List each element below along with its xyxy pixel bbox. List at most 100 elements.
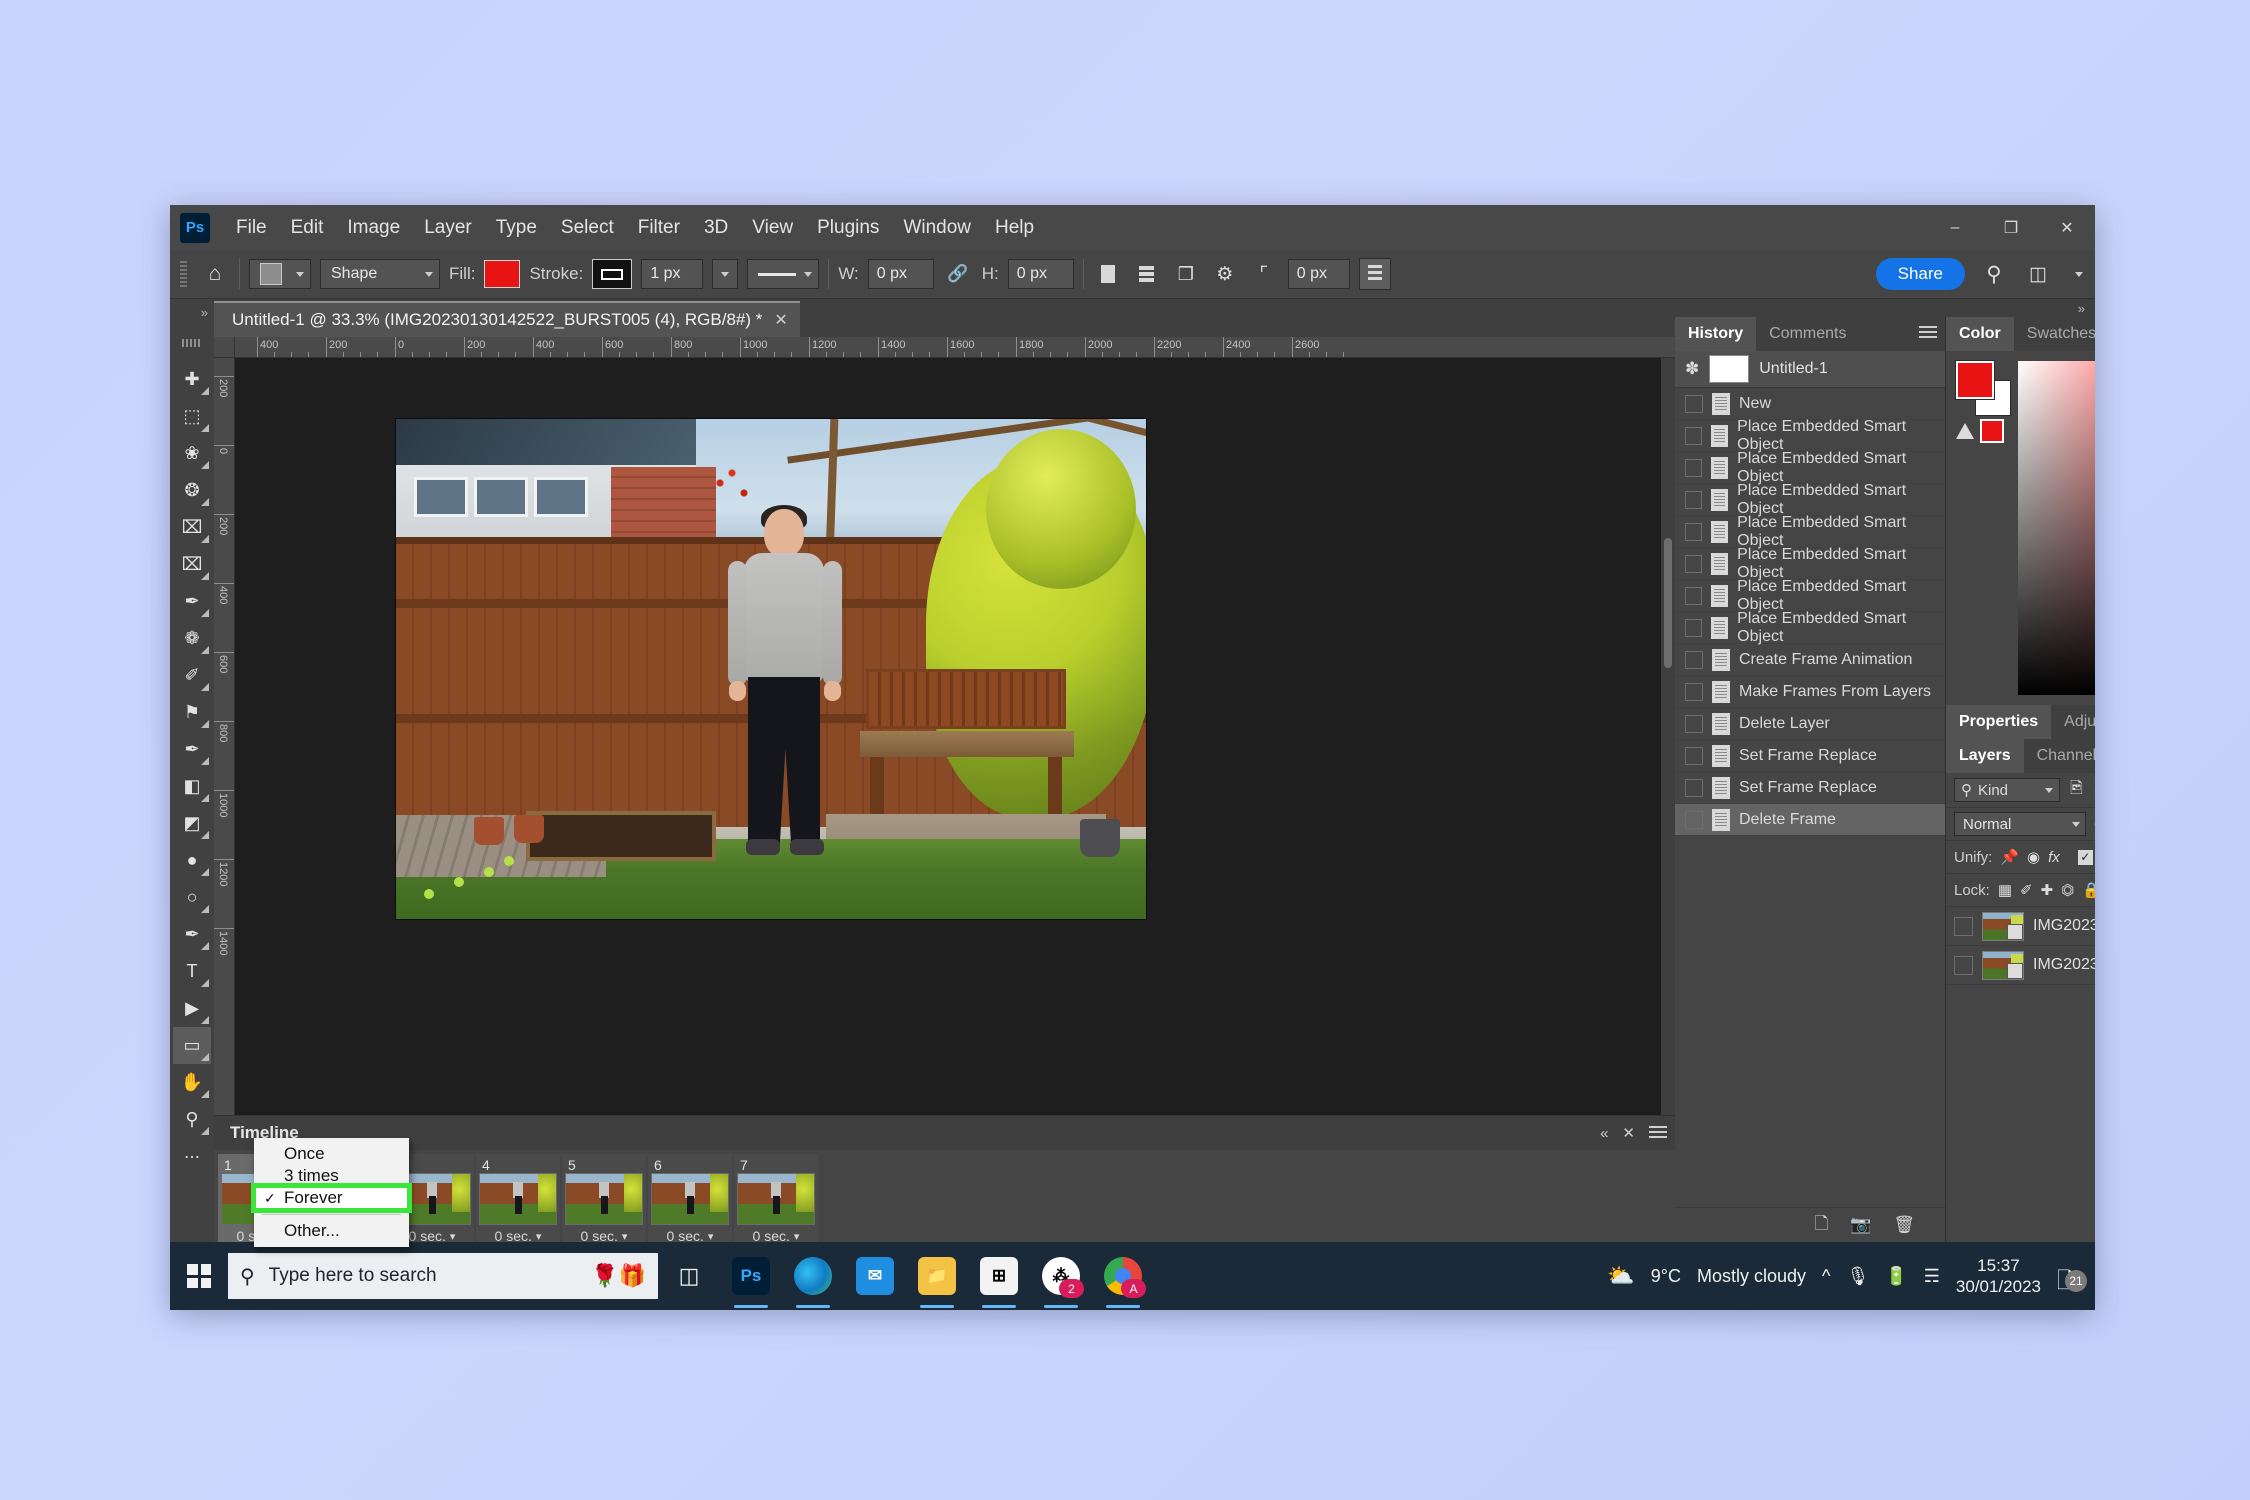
history-state-list[interactable]: New Place Embedded Smart Object Place Embe…	[1675, 388, 1945, 1207]
history-state-source-checkbox[interactable]	[1685, 490, 1703, 509]
menu-edit[interactable]: Edit	[279, 211, 336, 245]
expand-panels-icon[interactable]: »	[2078, 301, 2085, 316]
create-document-from-state-icon[interactable]: 🗋	[1815, 1211, 1829, 1240]
path-selection-tool[interactable]: ▶	[173, 990, 211, 1027]
rectangle-tool[interactable]: ▭	[173, 1027, 211, 1064]
start-button[interactable]	[170, 1242, 228, 1310]
horizontal-type-tool[interactable]: T	[173, 953, 211, 990]
task-view-button[interactable]: ◫	[658, 1242, 720, 1310]
share-button[interactable]: Share	[1875, 258, 1965, 290]
taskbar-app-google-chrome[interactable]: A	[1092, 1242, 1154, 1310]
shape-width-input[interactable]: 0 px	[867, 259, 934, 289]
collapse-timeline-icon[interactable]: «	[1600, 1125, 1608, 1142]
history-state-source-checkbox[interactable]	[1685, 554, 1703, 573]
stroke-style-picker[interactable]	[747, 259, 820, 289]
tool-mode-select[interactable]: Shape	[320, 259, 440, 289]
zoom-tool[interactable]: ⚲	[173, 1101, 211, 1138]
in-gamut-color-swatch[interactable]	[1980, 419, 2004, 443]
options-bar-grip[interactable]	[180, 261, 187, 287]
show-hidden-icons-icon[interactable]: ^	[1822, 1266, 1830, 1287]
restore-button[interactable]: ❐	[1983, 205, 2039, 250]
history-state-row[interactable]: New	[1675, 388, 1945, 420]
document-tab[interactable]: Untitled-1 @ 33.3% (IMG20230130142522_BU…	[214, 301, 800, 337]
tab-layers[interactable]: Layers	[1946, 739, 2024, 773]
tab-properties[interactable]: Properties	[1946, 705, 2052, 739]
hand-tool[interactable]: ✋	[173, 1064, 211, 1101]
timeline-menu-icon[interactable]	[1649, 1126, 1667, 1140]
taskbar-app-microsoft-edge[interactable]	[782, 1242, 844, 1310]
foreground-color-swatch[interactable]	[1956, 361, 1994, 399]
history-state-source-checkbox[interactable]	[1685, 426, 1703, 445]
canvas-vertical-scrollbar[interactable]	[1661, 358, 1675, 1115]
lasso-tool[interactable]: ❀	[173, 435, 211, 472]
taskbar-clock[interactable]: 15:37 30/01/2023	[1956, 1255, 2041, 1298]
shape-height-input[interactable]: 0 px	[1007, 259, 1074, 289]
menu-layer[interactable]: Layer	[412, 211, 484, 245]
more-tools-icon[interactable]: ⋯	[173, 1138, 211, 1175]
taskbar-search[interactable]: ⚲ Type here to search 🌹🎁	[228, 1253, 658, 1299]
lock-all-icon[interactable]: 🔒	[2082, 881, 2095, 899]
taskbar-app-microsoft-store[interactable]: ⊞	[968, 1242, 1030, 1310]
layer-list[interactable]: IMG20230130...URST019 (3) IMG20230130...U…	[1946, 907, 2095, 1277]
menu-help[interactable]: Help	[983, 211, 1046, 245]
tab-swatches[interactable]: Swatches	[2013, 317, 2095, 351]
propagate-frame-checkbox[interactable]: ✓	[2077, 849, 2093, 865]
microphone-icon[interactable]: 🎙	[1846, 1266, 1869, 1287]
toolbar-grip[interactable]	[173, 324, 211, 361]
timeline-frame[interactable]: 70 sec. ▾	[734, 1154, 818, 1247]
pixel-layers-filter-icon[interactable]: 🖻	[2070, 777, 2083, 804]
close-timeline-icon[interactable]: ✕	[1622, 1124, 1635, 1142]
history-panel-menu-icon[interactable]	[1919, 326, 1937, 340]
history-state-row[interactable]: Delete Layer	[1675, 708, 1945, 740]
gradient-tool[interactable]: ◩	[173, 805, 211, 842]
history-state-row[interactable]: Place Embedded Smart Object	[1675, 578, 1945, 613]
history-state-source-checkbox[interactable]	[1685, 714, 1703, 733]
menu-type[interactable]: Type	[484, 211, 549, 245]
loop-menu-item-other---[interactable]: Other...	[254, 1220, 409, 1242]
stroke-width-stepper[interactable]	[712, 259, 739, 289]
history-state-source-checkbox[interactable]	[1685, 586, 1703, 605]
object-selection-tool[interactable]: ❂	[173, 472, 211, 509]
layer-row[interactable]: IMG20230130...URST018 (3)	[1946, 946, 2095, 985]
eyedropper-tool[interactable]: ✒	[173, 583, 211, 620]
crop-tool[interactable]: ⌧	[173, 509, 211, 546]
corner-radius-input[interactable]: 0 px	[1287, 259, 1350, 289]
history-state-source-checkbox[interactable]	[1685, 458, 1703, 477]
spot-healing-brush-tool[interactable]: ❁	[173, 620, 211, 657]
history-state-row[interactable]: Place Embedded Smart Object	[1675, 418, 1945, 453]
loop-option-menu[interactable]: Once 3 times ✓ Forever Other...	[251, 1138, 412, 1247]
menu-select[interactable]: Select	[549, 211, 626, 245]
expand-toolbar-icon[interactable]: »	[201, 305, 208, 320]
loop-menu-item-once[interactable]: Once	[254, 1143, 409, 1165]
tab-channels[interactable]: Channels	[2023, 739, 2095, 773]
link-dimensions-icon[interactable]: 🔗	[943, 259, 973, 289]
frame-tool[interactable]: ⌧	[173, 546, 211, 583]
pen-tool[interactable]: ✒	[173, 916, 211, 953]
history-state-row[interactable]: Place Embedded Smart Object	[1675, 514, 1945, 549]
unify-position-icon[interactable]: 📌	[2000, 848, 2019, 866]
dodge-tool[interactable]: ○	[173, 879, 211, 916]
layer-visibility-toggle[interactable]	[1954, 955, 1973, 975]
scrollbar-thumb[interactable]	[1664, 538, 1672, 668]
menu-view[interactable]: View	[740, 211, 805, 245]
align-edges-icon[interactable]	[1358, 258, 1391, 290]
loop-menu-item-3-times[interactable]: 3 times	[254, 1165, 409, 1187]
history-brush-source-icon[interactable]: ✽	[1685, 359, 1699, 379]
tab-color[interactable]: Color	[1946, 317, 2014, 351]
history-state-source-checkbox[interactable]	[1685, 522, 1703, 541]
tab-comments[interactable]: Comments	[1756, 317, 1860, 351]
battery-icon[interactable]: 🔋	[1885, 1266, 1907, 1287]
unify-style-icon[interactable]: fx	[2048, 849, 2060, 866]
timeline-frame[interactable]: 40 sec. ▾	[476, 1154, 560, 1247]
menu-filter[interactable]: Filter	[626, 211, 692, 245]
history-state-source-checkbox[interactable]	[1685, 682, 1703, 701]
history-state-source-checkbox[interactable]	[1685, 618, 1703, 637]
close-button[interactable]: ✕	[2039, 205, 2095, 250]
fill-color-swatch[interactable]	[484, 260, 521, 288]
wifi-icon[interactable]: ☴	[1924, 1266, 1940, 1287]
notification-center-button[interactable]: 🗋 21	[2057, 1264, 2087, 1293]
lock-artboard-nesting-icon[interactable]: ⏣	[2061, 881, 2074, 899]
menu-plugins[interactable]: Plugins	[805, 211, 891, 245]
delete-state-icon[interactable]: 🗑	[1893, 1215, 1915, 1235]
layer-row[interactable]: IMG20230130...URST019 (3)	[1946, 907, 2095, 946]
